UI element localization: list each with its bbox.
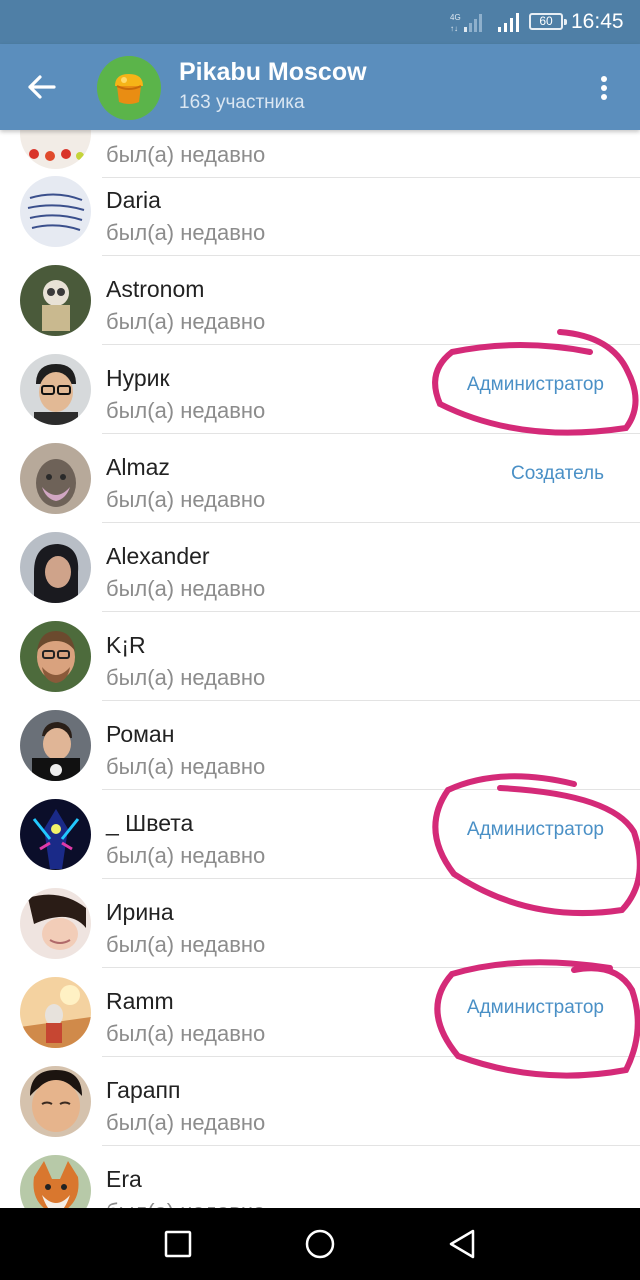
list-item[interactable]: Нурик был(а) недавно Администратор: [0, 345, 640, 434]
member-role: Администратор: [466, 819, 604, 840]
member-role: Администратор: [466, 997, 604, 1018]
circle-icon: [305, 1229, 335, 1259]
list-item[interactable]: Роман был(а) недавно: [0, 701, 640, 790]
recent-apps-button[interactable]: [156, 1222, 200, 1266]
member-status: был(а) недавно: [106, 220, 266, 245]
list-item[interactable]: Era был(а) недавно: [0, 1146, 640, 1208]
signal-bars-icon: [498, 13, 519, 32]
app-bar: Pikabu Moscow 163 участника: [0, 44, 640, 130]
member-name: Роман: [106, 721, 175, 747]
chat-title: Pikabu Moscow: [179, 58, 367, 86]
list-item[interactable]: _ Швета был(а) недавно Администратор: [0, 790, 640, 879]
avatar: [20, 710, 91, 781]
member-name: Era: [106, 1166, 142, 1192]
member-status: был(а) недавно: [106, 843, 266, 868]
member-status: был(а) недавно: [106, 487, 266, 512]
square-icon: [164, 1230, 192, 1258]
member-name: Daria: [106, 187, 161, 213]
avatar: [20, 265, 91, 336]
member-status: был(а) недавно: [106, 1110, 266, 1135]
list-item[interactable]: Alexander был(а) недавно: [0, 523, 640, 612]
member-name: Alexander: [106, 543, 210, 569]
member-name: Almaz: [106, 454, 170, 480]
battery-icon: 60: [529, 13, 567, 30]
member-status: был(а) недавно: [106, 1021, 266, 1046]
chat-avatar[interactable]: [97, 56, 161, 120]
avatar: [20, 354, 91, 425]
list-item[interactable]: Daria был(а) недавно: [0, 167, 640, 256]
member-status: был(а) недавно: [106, 576, 266, 601]
back-button[interactable]: [18, 66, 64, 108]
avatar: [20, 176, 91, 247]
member-name: Нурик: [106, 365, 170, 391]
member-list[interactable]: был(а) недавно Daria был(а) недавно Astr…: [0, 130, 640, 1208]
member-name: Ramm: [106, 988, 174, 1014]
member-status: был(а) недавно: [106, 309, 266, 334]
signal-4g-icon: 4G ↑↓: [450, 13, 482, 32]
avatar: [20, 1066, 91, 1137]
list-item[interactable]: K¡R был(а) недавно: [0, 612, 640, 701]
list-item[interactable]: Astronom был(а) недавно: [0, 256, 640, 345]
more-button[interactable]: [586, 66, 622, 108]
member-status: был(а) недавно: [106, 1199, 265, 1208]
avatar: [20, 130, 91, 169]
triangle-back-icon: [449, 1229, 475, 1259]
avatar: [20, 532, 91, 603]
chat-subtitle: 163 участника: [179, 92, 305, 113]
member-status: был(а) недавно: [106, 665, 266, 690]
list-item[interactable]: Ирина был(а) недавно: [0, 879, 640, 968]
member-name: _ Швета: [106, 810, 194, 836]
home-button[interactable]: [298, 1222, 342, 1266]
avatar: [20, 977, 91, 1048]
member-status: был(а) недавно: [106, 932, 266, 957]
member-status: был(а) недавно: [106, 754, 266, 779]
member-name: K¡R: [106, 632, 146, 658]
svg-text:4G: 4G: [450, 13, 461, 22]
arrow-left-icon: [28, 75, 56, 99]
member-role: Администратор: [466, 374, 604, 395]
navigation-bar: [0, 1208, 640, 1280]
member-role: Создатель: [510, 463, 604, 484]
avatar: [20, 443, 91, 514]
list-item[interactable]: Ramm был(а) недавно Администратор: [0, 968, 640, 1057]
member-status: был(а) недавно: [106, 142, 266, 167]
avatar: [20, 621, 91, 692]
avatar: [20, 1155, 91, 1208]
list-item[interactable]: Almaz был(а) недавно Создатель: [0, 434, 640, 523]
member-status: был(а) недавно: [106, 398, 266, 423]
cake-logo-icon: [97, 56, 161, 120]
status-bar: 4G ↑↓ 60 16:45: [0, 0, 640, 44]
list-item[interactable]: Гарапп был(а) недавно: [0, 1057, 640, 1146]
avatar: [20, 888, 91, 959]
avatar: [20, 799, 91, 870]
status-time: 16:45: [571, 10, 624, 33]
member-name: Гарапп: [106, 1077, 181, 1103]
member-name: Astronom: [106, 276, 205, 302]
member-name: Ирина: [106, 899, 174, 925]
system-back-button[interactable]: [440, 1222, 484, 1266]
svg-text:↑↓: ↑↓: [450, 24, 458, 32]
